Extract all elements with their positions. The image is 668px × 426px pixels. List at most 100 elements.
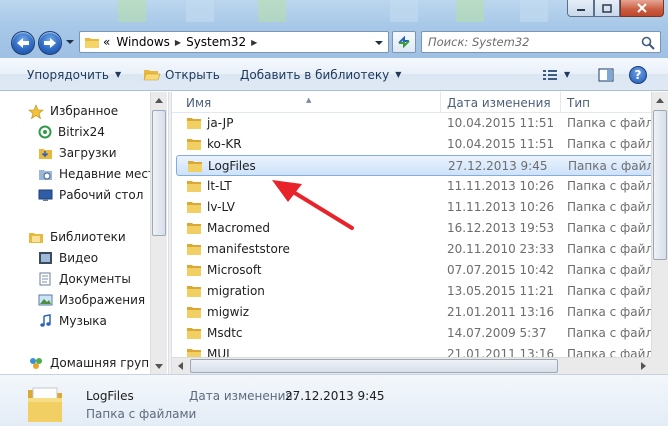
search-box[interactable]: [421, 31, 661, 53]
table-row[interactable]: LogFiles 27.12.2013 9:45 Папка с файлами: [176, 155, 668, 176]
scroll-up-icon[interactable]: [652, 92, 668, 108]
column-type[interactable]: Тип: [567, 96, 590, 110]
nav-item-label: Недавние места: [59, 167, 163, 181]
navigation-scrollbar[interactable]: [150, 92, 167, 374]
preview-pane-icon: [598, 67, 614, 82]
annotation-arrow-icon: [272, 180, 354, 230]
preview-pane-button[interactable]: [598, 58, 614, 91]
table-row[interactable]: ja-JP 10.04.2015 11:51 Папка с файлами: [176, 113, 668, 134]
add-to-library-button[interactable]: Добавить в библиотеку ▼: [240, 58, 401, 91]
nav-homegroup-label: Домашняя группа: [50, 356, 165, 370]
arrow-right-icon: [44, 38, 56, 48]
chevron-down-icon[interactable]: ▼: [564, 70, 570, 79]
arrow-left-icon: [17, 38, 29, 48]
file-list-horizontal-scrollbar[interactable]: [172, 357, 651, 374]
add-to-library-label: Добавить в библиотеку: [240, 67, 390, 82]
breadcrumb-system32[interactable]: System32: [183, 32, 249, 52]
file-date-modified: 10.04.2015 11:51: [447, 137, 555, 151]
nav-libraries[interactable]: Библиотеки: [28, 227, 126, 247]
scrollbar-corner: [651, 357, 668, 374]
close-button[interactable]: [620, 0, 664, 17]
address-bar[interactable]: « Windows ▶ System32 ▶: [79, 31, 389, 53]
chevron-down-icon: ▼: [395, 70, 402, 79]
breadcrumb-overflow[interactable]: «: [100, 32, 113, 52]
breadcrumb-separator-icon[interactable]: ▶: [173, 38, 183, 47]
nav-item-music[interactable]: Музыка: [38, 311, 107, 331]
details-pane: LogFiles Папка с файлами Дата изменения:…: [0, 374, 668, 426]
maximize-button[interactable]: [594, 0, 620, 17]
nav-favorites[interactable]: Избранное: [28, 101, 118, 121]
table-row[interactable]: lt-LT 11.11.2013 10:26 Папка с файлами: [176, 176, 668, 197]
nav-homegroup[interactable]: Домашняя группа: [28, 353, 164, 373]
video-icon: [39, 252, 52, 264]
file-name: migration: [207, 284, 265, 298]
libraries-icon: [29, 233, 43, 243]
nav-item-recent-places[interactable]: Недавние места: [38, 164, 162, 184]
file-name: migwiz: [207, 305, 250, 319]
organize-label: Упорядочить: [27, 67, 109, 82]
column-header: ▲ Имя Дата изменения Тип: [172, 92, 668, 113]
column-separator[interactable]: [560, 92, 561, 113]
folder-icon: [187, 307, 201, 318]
folder-icon: [187, 244, 201, 255]
scrollbar-thumb[interactable]: [653, 110, 667, 260]
file-date-modified: 14.07.2009 5:37: [447, 326, 547, 340]
nav-item-label: Загрузки: [59, 146, 117, 160]
aero-glass-patch: [118, 0, 146, 22]
recent-pages-dropdown[interactable]: [65, 38, 75, 46]
table-row[interactable]: Macromed 16.12.2013 19:53 Папка с файлами: [176, 218, 668, 239]
file-date-modified: 07.07.2015 10:42: [447, 263, 555, 277]
column-name[interactable]: Имя: [186, 96, 211, 110]
refresh-button[interactable]: [392, 31, 416, 53]
help-button[interactable]: ?: [629, 58, 647, 91]
scroll-left-icon[interactable]: [172, 358, 188, 374]
nav-item-bitrix24[interactable]: Bitrix24: [38, 122, 105, 142]
table-row[interactable]: manifeststore 20.11.2010 23:33 Папка с фай…: [176, 239, 668, 260]
scrollbar-thumb[interactable]: [152, 110, 166, 236]
folder-icon: [187, 328, 201, 339]
table-row[interactable]: migration 13.05.2015 11:21 Папка с файлами: [176, 281, 668, 302]
file-name: ja-JP: [207, 116, 234, 130]
change-view-button[interactable]: ▼: [542, 58, 570, 91]
scroll-down-icon[interactable]: [151, 358, 167, 374]
column-date-modified[interactable]: Дата изменения: [447, 96, 551, 110]
minimize-button[interactable]: [567, 0, 594, 17]
breadcrumb-separator-icon[interactable]: ▶: [249, 38, 259, 47]
table-row[interactable]: migwiz 21.01.2011 13:16 Папка с файлами: [176, 302, 668, 323]
column-separator[interactable]: [440, 92, 441, 113]
nav-item-desktop[interactable]: Рабочий стол: [38, 185, 143, 205]
open-label: Открыть: [165, 67, 220, 82]
details-date-value: 27.12.2013 9:45: [285, 389, 385, 403]
table-row[interactable]: ko-KR 10.04.2015 11:51 Папка с файлами: [176, 134, 668, 155]
scroll-up-icon[interactable]: [151, 92, 167, 108]
homegroup-icon: [30, 358, 42, 369]
organize-button[interactable]: Упорядочить ▼: [27, 58, 121, 91]
folder-icon: [187, 223, 201, 234]
table-row[interactable]: Microsoft 07.07.2015 10:42 Папка с файлами: [176, 260, 668, 281]
table-row[interactable]: Msdtc 14.07.2009 5:37 Папка с файлами: [176, 323, 668, 344]
nav-item-pictures[interactable]: Изображения: [38, 290, 145, 310]
table-row[interactable]: lv-LV 11.11.2013 10:26 Папка с файлами: [176, 197, 668, 218]
nav-item-downloads[interactable]: Загрузки: [38, 143, 117, 163]
open-button[interactable]: Открыть: [143, 58, 220, 91]
command-bar: Упорядочить ▼ Открыть Добавить в библиот…: [0, 58, 668, 91]
nav-item-documents[interactable]: Документы: [38, 269, 131, 289]
file-date-modified: 10.04.2015 11:51: [447, 116, 555, 130]
details-file-name: LogFiles: [86, 389, 134, 403]
breadcrumb-windows[interactable]: Windows: [113, 32, 173, 52]
file-list-vertical-scrollbar[interactable]: [651, 92, 668, 357]
scrollbar-thumb[interactable]: [190, 359, 558, 373]
back-button[interactable]: [11, 31, 35, 55]
nav-item-videos[interactable]: Видео: [38, 248, 98, 268]
forward-button[interactable]: [38, 31, 62, 55]
scroll-right-icon[interactable]: [635, 358, 651, 374]
file-date-modified: 27.12.2013 9:45: [448, 159, 548, 173]
music-icon: [40, 314, 51, 327]
aero-glass-patch: [520, 0, 548, 22]
chevron-down-icon[interactable]: [374, 39, 384, 47]
search-icon[interactable]: [641, 36, 655, 50]
nav-favorites-label: Избранное: [50, 104, 119, 118]
search-input[interactable]: [428, 35, 638, 49]
sort-ascending-icon: ▲: [306, 96, 312, 104]
window-controls: [567, 0, 664, 17]
